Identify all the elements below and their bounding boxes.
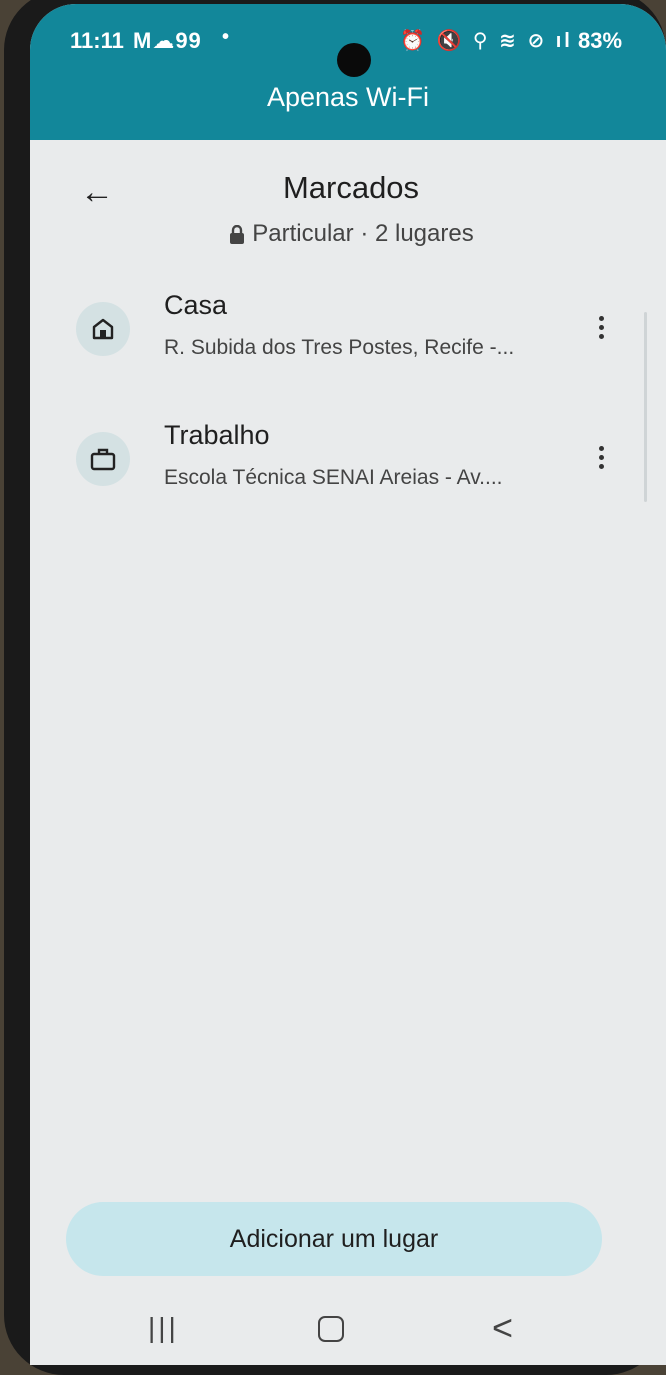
status-bar: 11:11 M☁99 • ⏰ 🔇 ⚲ ≋ ⊘ ıl 83%	[30, 24, 666, 77]
screen: 11:11 M☁99 • ⏰ 🔇 ⚲ ≋ ⊘ ıl 83% Apenas Wi-…	[30, 4, 666, 1365]
page-title: Marcados	[282, 170, 420, 205]
home-icon	[76, 302, 130, 356]
place-name: Casa	[164, 290, 228, 320]
place-name: Trabalho	[164, 420, 270, 450]
place-address: R. Subida dos Tres Postes, Recife -...	[164, 336, 515, 359]
briefcase-icon	[76, 432, 130, 486]
subtitle-text: Particular · 2 lugares	[252, 220, 474, 247]
system-status-icons: ⏰ 🔇 ⚲ ≋ ⊘ ıl	[400, 30, 573, 52]
list-item-casa[interactable]: Casa R. Subida dos Tres Postes, Recife -…	[30, 290, 666, 412]
place-address: Escola Técnica SENAI Areias - Av....	[164, 466, 503, 489]
more-options-icon[interactable]	[586, 312, 616, 342]
list-item-trabalho[interactable]: Trabalho Escola Técnica SENAI Areias - A…	[30, 420, 666, 542]
battery-level: 83%	[578, 28, 623, 53]
more-options-icon[interactable]	[586, 442, 616, 472]
banner-title: Apenas Wi-Fi	[266, 82, 430, 112]
recent-apps-icon[interactable]: |||	[148, 1312, 179, 1344]
home-button-icon[interactable]	[318, 1316, 344, 1342]
top-banner: 11:11 M☁99 • ⏰ 🔇 ⚲ ≋ ⊘ ıl 83% Apenas Wi-…	[30, 4, 666, 140]
add-place-button[interactable]: Adicionar um lugar	[66, 1202, 602, 1276]
notification-dot-icon: •	[222, 26, 230, 48]
phone-frame: 11:11 M☁99 • ⏰ 🔇 ⚲ ≋ ⊘ ıl 83% Apenas Wi-…	[4, 0, 666, 1375]
status-time: 11:11	[70, 28, 124, 53]
notification-icons: M☁99	[133, 28, 202, 53]
list-privacy-subtitle: Particular · 2 lugares	[30, 220, 666, 248]
lock-icon	[230, 224, 245, 244]
camera-cutout	[337, 43, 371, 77]
nav-back-icon[interactable]: <	[492, 1310, 513, 1346]
